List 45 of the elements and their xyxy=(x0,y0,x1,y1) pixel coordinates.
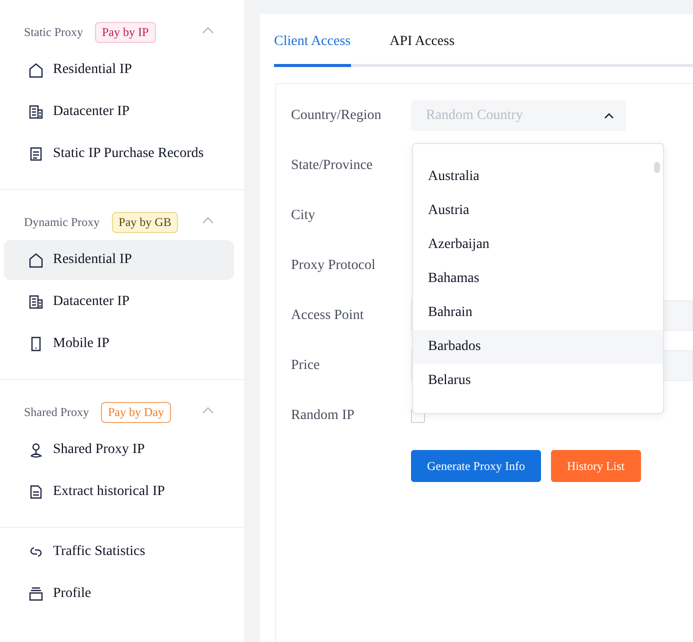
pricing-badge: Pay by GB xyxy=(112,212,178,232)
field-label: State/Province xyxy=(291,158,374,174)
chevron-icon[interactable] xyxy=(202,26,214,34)
document-icon xyxy=(28,484,44,500)
dropdown-option[interactable]: Bahamas xyxy=(413,262,663,296)
field-label: Country/Region xyxy=(291,108,382,124)
dropdown-option[interactable]: Azerbaijan xyxy=(413,228,663,262)
house-icon xyxy=(28,252,44,268)
tab[interactable]: Client Access xyxy=(274,28,351,67)
field-label: City xyxy=(291,208,316,224)
generate-button[interactable]: Generate Proxy Info xyxy=(411,450,541,482)
pricing-badge: Pay by Day xyxy=(101,402,171,422)
dropdown-option[interactable]: Barbados xyxy=(413,330,663,364)
sidebar-item[interactable]: Extract historical IP xyxy=(4,472,234,512)
dropdown-option[interactable]: Australia xyxy=(413,160,663,194)
document-icon xyxy=(28,146,44,162)
sidebar-item[interactable]: Datacenter IP xyxy=(4,282,234,322)
building-icon xyxy=(28,294,44,310)
house-icon xyxy=(28,62,44,78)
chevron-icon[interactable] xyxy=(202,216,214,224)
sidebar-item[interactable]: Datacenter IP xyxy=(4,92,234,132)
field-label: Price xyxy=(291,358,321,374)
section-title: Shared Proxy xyxy=(24,404,89,420)
sidebar-item[interactable]: Traffic Statistics xyxy=(4,532,234,572)
chevron-icon[interactable] xyxy=(202,406,214,414)
dropdown-option[interactable]: Bahrain xyxy=(413,296,663,330)
tab[interactable]: API Access xyxy=(390,28,455,67)
person-pin-icon xyxy=(28,442,44,458)
sidebar-item[interactable]: Residential IP xyxy=(4,50,234,90)
pricing-badge: Pay by IP xyxy=(95,22,156,42)
field-label: Proxy Protocol xyxy=(291,258,376,274)
dropdown-option[interactable]: Austria xyxy=(413,194,663,228)
dropdown-option[interactable]: Belarus xyxy=(413,364,663,398)
sidebar-item[interactable]: Mobile IP xyxy=(4,324,234,364)
sidebar-item[interactable]: Shared Proxy IP xyxy=(4,430,234,470)
section-title: Dynamic Proxy xyxy=(24,214,100,230)
sidebar-item[interactable]: Profile xyxy=(4,574,234,614)
field-label: Access Point xyxy=(291,308,365,324)
sidebar-item[interactable]: Residential IP xyxy=(4,240,234,280)
field-label: Random IP xyxy=(291,408,356,424)
sidebar-item[interactable]: Static IP Purchase Records xyxy=(4,134,234,174)
scrollbar-thumb[interactable] xyxy=(654,162,660,173)
building-icon xyxy=(28,104,44,120)
section-title: Static Proxy xyxy=(24,24,83,40)
stack-icon xyxy=(28,586,44,602)
